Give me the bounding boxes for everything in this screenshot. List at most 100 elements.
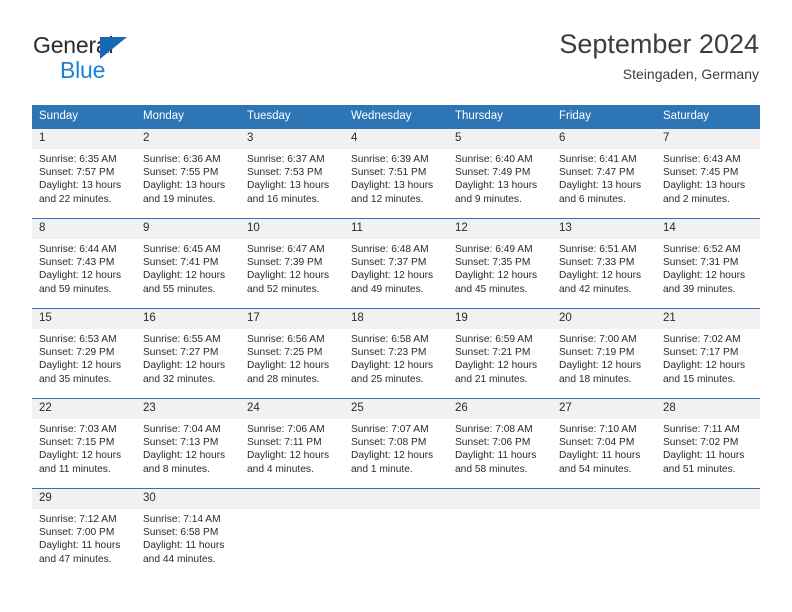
day-number [448,489,552,509]
day-details: Sunrise: 7:07 AM Sunset: 7:08 PM Dayligh… [344,419,448,476]
day-number [656,489,760,509]
sunrise-text: Sunrise: 7:03 AM [39,424,117,435]
sunrise-text: Sunrise: 6:41 AM [559,154,637,165]
sunrise-text: Sunrise: 7:14 AM [143,514,221,525]
day-number: 26 [448,399,552,419]
calendar-day-cell[interactable]: 11 Sunrise: 6:48 AM Sunset: 7:37 PM Dayl… [344,218,448,309]
calendar-day-cell[interactable]: 21 Sunrise: 7:02 AM Sunset: 7:17 PM Dayl… [656,308,760,399]
daylight-text-line2: and 52 minutes. [247,283,320,295]
day-details: Sunrise: 7:10 AM Sunset: 7:04 PM Dayligh… [552,419,656,476]
sunset-text: Sunset: 7:57 PM [39,167,115,179]
calendar-day-cell[interactable]: 28 Sunrise: 7:11 AM Sunset: 7:02 PM Dayl… [656,398,760,489]
day-number: 14 [656,219,760,239]
calendar-day-cell[interactable]: 26 Sunrise: 7:08 AM Sunset: 7:06 PM Dayl… [448,398,552,489]
calendar-day-cell[interactable]: 23 Sunrise: 7:04 AM Sunset: 7:13 PM Dayl… [136,398,240,489]
day-number: 19 [448,309,552,329]
calendar-day-cell[interactable]: 27 Sunrise: 7:10 AM Sunset: 7:04 PM Dayl… [552,398,656,489]
sunrise-text: Sunrise: 6:55 AM [143,334,221,345]
sunset-text: Sunset: 7:29 PM [39,347,115,359]
logo-text-blue: Blue [60,57,106,83]
day-number: 9 [136,219,240,239]
calendar-day-cell[interactable]: 14 Sunrise: 6:52 AM Sunset: 7:31 PM Dayl… [656,218,760,309]
calendar-day-cell[interactable]: 7 Sunrise: 6:43 AM Sunset: 7:45 PM Dayli… [656,128,760,219]
daylight-text-line1: Daylight: 12 hours [663,360,746,372]
sunset-text: Sunset: 7:55 PM [143,167,219,179]
day-number: 16 [136,309,240,329]
sunset-text: Sunset: 7:02 PM [663,437,739,449]
calendar-day-cell[interactable]: 13 Sunrise: 6:51 AM Sunset: 7:33 PM Dayl… [552,218,656,309]
daylight-text-line2: and 9 minutes. [455,193,522,205]
day-number: 1 [32,129,136,149]
sunrise-text: Sunrise: 6:49 AM [455,244,533,255]
sunrise-text: Sunrise: 6:48 AM [351,244,429,255]
sunrise-text: Sunrise: 7:04 AM [143,424,221,435]
calendar-day-cell[interactable]: 20 Sunrise: 7:00 AM Sunset: 7:19 PM Dayl… [552,308,656,399]
calendar-day-cell[interactable]: 29 Sunrise: 7:12 AM Sunset: 7:00 PM Dayl… [32,488,136,578]
calendar-day-cell[interactable]: 4 Sunrise: 6:39 AM Sunset: 7:51 PM Dayli… [344,128,448,219]
day-details: Sunrise: 7:04 AM Sunset: 7:13 PM Dayligh… [136,419,240,476]
calendar-header-row-group: Sunday Monday Tuesday Wednesday Thursday… [32,105,760,129]
day-number: 22 [32,399,136,419]
day-number: 30 [136,489,240,509]
day-details: Sunrise: 7:12 AM Sunset: 7:00 PM Dayligh… [32,509,136,566]
daylight-text-line1: Daylight: 13 hours [351,180,434,192]
calendar-day-cell[interactable]: 6 Sunrise: 6:41 AM Sunset: 7:47 PM Dayli… [552,128,656,219]
calendar-day-cell[interactable]: 8 Sunrise: 6:44 AM Sunset: 7:43 PM Dayli… [32,218,136,309]
day-number: 12 [448,219,552,239]
sunrise-text: Sunrise: 6:52 AM [663,244,741,255]
daylight-text-line1: Daylight: 12 hours [143,270,226,282]
calendar-day-cell[interactable]: 15 Sunrise: 6:53 AM Sunset: 7:29 PM Dayl… [32,308,136,399]
daylight-text-line1: Daylight: 11 hours [455,450,537,462]
page-title: September 2024 [559,29,759,59]
daylight-text-line1: Daylight: 12 hours [351,360,434,372]
calendar-day-cell[interactable]: 19 Sunrise: 6:59 AM Sunset: 7:21 PM Dayl… [448,308,552,399]
daylight-text-line1: Daylight: 12 hours [455,360,538,372]
sunset-text: Sunset: 7:39 PM [247,257,323,269]
sunrise-text: Sunrise: 6:58 AM [351,334,429,345]
day-number: 2 [136,129,240,149]
calendar-day-cell[interactable]: 10 Sunrise: 6:47 AM Sunset: 7:39 PM Dayl… [240,218,344,309]
daylight-text-line2: and 51 minutes. [663,463,736,475]
calendar-day-cell[interactable]: 22 Sunrise: 7:03 AM Sunset: 7:15 PM Dayl… [32,398,136,489]
weekday-header-wednesday: Wednesday [344,105,448,129]
sunset-text: Sunset: 7:53 PM [247,167,323,179]
daylight-text-line2: and 12 minutes. [351,193,424,205]
day-details: Sunrise: 6:48 AM Sunset: 7:37 PM Dayligh… [344,239,448,296]
calendar-day-cell[interactable]: 16 Sunrise: 6:55 AM Sunset: 7:27 PM Dayl… [136,308,240,399]
calendar-day-cell[interactable]: 24 Sunrise: 7:06 AM Sunset: 7:11 PM Dayl… [240,398,344,489]
calendar-day-cell[interactable]: 18 Sunrise: 6:58 AM Sunset: 7:23 PM Dayl… [344,308,448,399]
sunrise-text: Sunrise: 7:02 AM [663,334,741,345]
day-number: 11 [344,219,448,239]
daylight-text-line2: and 11 minutes. [39,463,111,475]
calendar-day-cell-empty [344,488,448,578]
day-details: Sunrise: 6:37 AM Sunset: 7:53 PM Dayligh… [240,149,344,206]
calendar-day-cell[interactable]: 3 Sunrise: 6:37 AM Sunset: 7:53 PM Dayli… [240,128,344,219]
day-details: Sunrise: 6:49 AM Sunset: 7:35 PM Dayligh… [448,239,552,296]
weekday-header-thursday: Thursday [448,105,552,129]
day-number: 29 [32,489,136,509]
daylight-text-line2: and 59 minutes. [39,283,112,295]
day-details: Sunrise: 6:53 AM Sunset: 7:29 PM Dayligh… [32,329,136,386]
weekday-header-monday: Monday [136,105,240,129]
calendar-day-cell[interactable]: 1 Sunrise: 6:35 AM Sunset: 7:57 PM Dayli… [32,128,136,219]
daylight-text-line1: Daylight: 13 hours [455,180,538,192]
sunrise-text: Sunrise: 7:06 AM [247,424,325,435]
daylight-text-line1: Daylight: 12 hours [39,360,122,372]
calendar-day-cell[interactable]: 30 Sunrise: 7:14 AM Sunset: 6:58 PM Dayl… [136,488,240,578]
day-number: 15 [32,309,136,329]
sunrise-text: Sunrise: 6:40 AM [455,154,533,165]
daylight-text-line2: and 16 minutes. [247,193,320,205]
sunrise-text: Sunrise: 6:51 AM [559,244,637,255]
calendar-day-cell[interactable]: 25 Sunrise: 7:07 AM Sunset: 7:08 PM Dayl… [344,398,448,489]
calendar-day-cell[interactable]: 2 Sunrise: 6:36 AM Sunset: 7:55 PM Dayli… [136,128,240,219]
calendar-day-cell[interactable]: 17 Sunrise: 6:56 AM Sunset: 7:25 PM Dayl… [240,308,344,399]
calendar-day-cell[interactable]: 9 Sunrise: 6:45 AM Sunset: 7:41 PM Dayli… [136,218,240,309]
sunset-text: Sunset: 6:58 PM [143,527,219,539]
day-details: Sunrise: 6:47 AM Sunset: 7:39 PM Dayligh… [240,239,344,296]
daylight-text-line1: Daylight: 13 hours [559,180,642,192]
calendar-day-cell[interactable]: 5 Sunrise: 6:40 AM Sunset: 7:49 PM Dayli… [448,128,552,219]
generalblue-logo[interactable]: General Blue [33,32,183,84]
calendar-day-cell[interactable]: 12 Sunrise: 6:49 AM Sunset: 7:35 PM Dayl… [448,218,552,309]
sunset-text: Sunset: 7:21 PM [455,347,531,359]
daylight-text-line1: Daylight: 13 hours [39,180,122,192]
